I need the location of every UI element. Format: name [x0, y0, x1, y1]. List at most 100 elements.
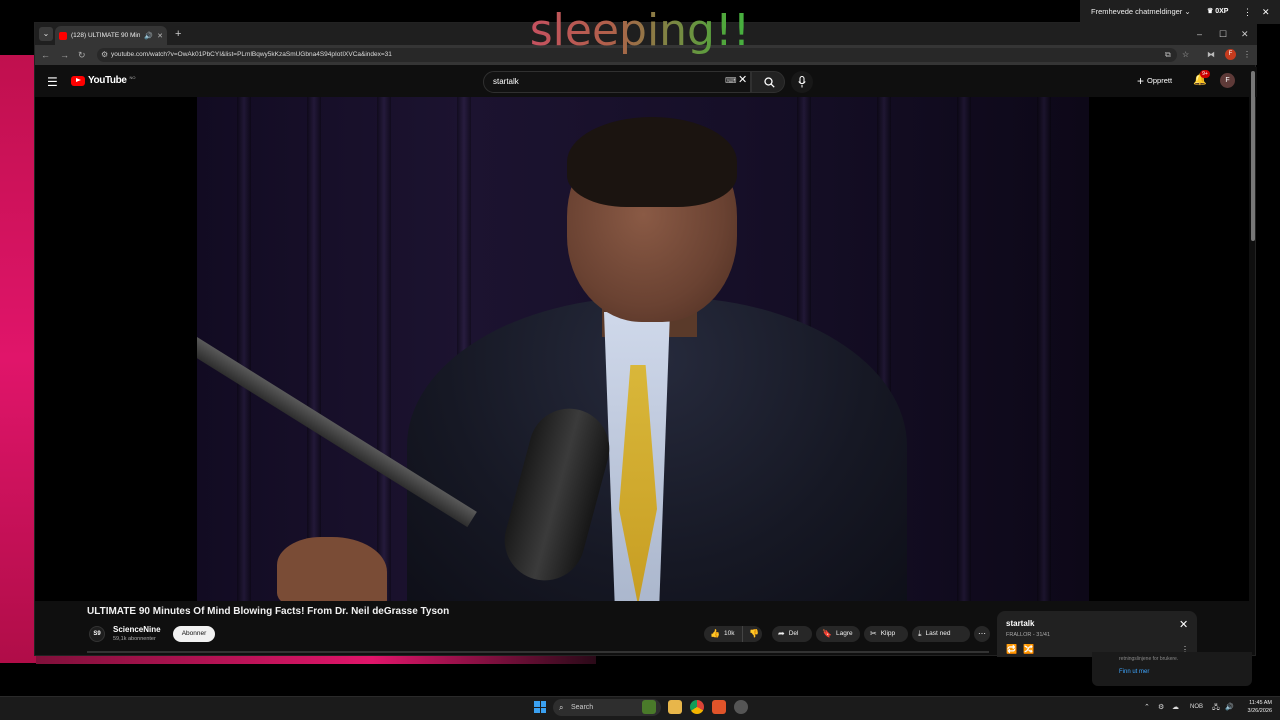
xp-badge: ♛ 0XP [1207, 6, 1228, 18]
file-explorer-icon[interactable] [668, 700, 682, 714]
clip-label: Klipp [880, 630, 896, 637]
video-title: ULTIMATE 90 Minutes Of Mind Blowing Fact… [87, 606, 450, 617]
url-text: youtube.com/watch?v=OwAk01PbCYI&list=PLm… [111, 51, 392, 58]
microphone-icon [798, 76, 806, 88]
share-button[interactable]: ➦ Del [772, 626, 812, 642]
voice-search-button[interactable] [791, 71, 813, 93]
widget-icon[interactable] [642, 700, 656, 714]
more-horizontal-icon: ⋯ [978, 629, 986, 638]
learn-more-link[interactable]: Finn ut mer [1119, 668, 1149, 676]
channel-name[interactable]: ScienceNine [113, 625, 161, 635]
tab-search-button[interactable]: ⌄ [39, 27, 53, 41]
share-icon: ➦ [778, 629, 785, 638]
like-button[interactable]: 👍 10k [704, 626, 742, 642]
video-player[interactable] [35, 97, 1249, 601]
profile-icon[interactable]: F [1225, 49, 1236, 60]
share-label: Del [788, 630, 799, 637]
curtain-fold [307, 97, 321, 601]
video-frame [197, 97, 1089, 601]
windows-start-icon[interactable] [534, 701, 546, 713]
save-label: Lagre [835, 630, 853, 637]
bookmark-icon: 🔖 [822, 629, 832, 638]
tab-youtube[interactable]: (128) ULTIMATE 90 Minutes 🔊 ✕ [55, 26, 167, 45]
playlist-meta: FRALLOR - 31/41 [1006, 632, 1051, 638]
taskbar-clock[interactable]: 11:45 AM 3/26/2026 [1240, 699, 1272, 715]
save-button[interactable]: 🔖 Lagre [816, 626, 860, 642]
like-count: 10k [723, 630, 735, 637]
curtain-fold [957, 97, 971, 601]
reload-button[interactable]: ↻ [78, 48, 86, 62]
tray-app-icon[interactable]: ⚙ [1158, 703, 1164, 712]
search-icon [764, 77, 775, 88]
forward-button[interactable]: → [60, 48, 69, 62]
subscriber-count: 59,1k abonnenter [113, 636, 156, 642]
dislike-button[interactable]: 👎 [742, 626, 762, 642]
playlist-panel: startalk FRALLOR - 31/41 ✕ 🔁 🔀 ⋮ [997, 611, 1197, 657]
plus-icon: + [1137, 74, 1145, 88]
thumbs-up-icon: 👍 [710, 629, 720, 638]
curtain-fold [237, 97, 251, 601]
page-scrollbar[interactable] [1251, 71, 1255, 241]
menu-icon[interactable]: ☰ [47, 75, 58, 89]
playlist-title[interactable]: startalk [1006, 619, 1034, 629]
channel-avatar[interactable]: S9 [89, 626, 105, 642]
youtube-play-icon [71, 75, 85, 86]
chat-close-icon[interactable]: ✕ [1262, 6, 1270, 18]
tab-close-icon[interactable]: ✕ [157, 32, 163, 40]
new-tab-button[interactable]: + [175, 27, 181, 41]
create-button[interactable]: + Opprett [1137, 74, 1172, 88]
notification-text: retningslinjene for brukere. [1119, 656, 1179, 662]
clock-date: 3/26/2026 [1247, 708, 1272, 714]
app-icon[interactable] [734, 700, 748, 714]
xp-value: 0XP [1215, 8, 1229, 15]
site-info-icon[interactable]: ⚙ [101, 49, 108, 61]
search-input[interactable]: startalk [483, 71, 751, 93]
loop-icon[interactable]: 🔁 [1006, 644, 1017, 654]
browser-window: ⌄ (128) ULTIMATE 90 Minutes 🔊 ✕ + – ☐ ✕ … [34, 22, 1257, 657]
speaker-hand [277, 537, 387, 601]
scissors-icon: ✂ [870, 629, 877, 638]
thumbs-down-icon: 👎 [749, 629, 759, 638]
account-avatar[interactable]: F [1220, 73, 1235, 88]
keyboard-icon[interactable]: ⌨ [725, 76, 737, 86]
extensions-icon[interactable]: ⧓ [1207, 49, 1215, 61]
tray-chevron-icon[interactable]: ⌃ [1144, 703, 1150, 712]
curtain-fold [1037, 97, 1051, 601]
volume-icon[interactable]: 🔊 [1225, 703, 1234, 712]
bookmark-star-icon[interactable]: ☆ [1182, 49, 1189, 61]
shuffle-icon[interactable]: 🔀 [1023, 644, 1034, 654]
notification-count-badge: 9+ [1200, 70, 1210, 78]
tab-title: (128) ULTIMATE 90 Minutes [71, 32, 141, 39]
more-actions-button[interactable]: ⋯ [974, 626, 990, 642]
crown-icon: ♛ [1207, 8, 1214, 15]
youtube-logo[interactable]: YouTube NO [71, 75, 136, 86]
brave-icon[interactable] [712, 700, 726, 714]
youtube-header: ☰ YouTube NO startalk ⌨ ✕ + Opprett 🔔 9+… [35, 67, 1257, 97]
youtube-wordmark: YouTube [88, 75, 127, 86]
page-divider [87, 651, 989, 653]
subscribe-button[interactable]: Abonner [173, 626, 215, 642]
maximize-button[interactable]: ☐ [1219, 27, 1227, 41]
network-icon[interactable]: 🖧 [1212, 703, 1220, 712]
clip-button[interactable]: ✂ Klipp [864, 626, 908, 642]
country-code: NO [129, 75, 136, 80]
curtain-fold [377, 97, 391, 601]
browser-menu-icon[interactable]: ⋮ [1243, 49, 1251, 61]
download-button[interactable]: ⤓ Last ned [912, 626, 970, 642]
download-icon: ⤓ [918, 629, 922, 638]
highlighted-chat-dropdown[interactable]: Fremhevede chatmeldinger ⌄ [1091, 6, 1191, 18]
chat-menu-icon[interactable]: ⋮ [1243, 6, 1252, 18]
speaker-icon[interactable]: 🔊 [144, 32, 153, 40]
desktop-backdrop [0, 55, 36, 663]
chrome-icon[interactable] [690, 700, 704, 714]
minimize-button[interactable]: – [1197, 27, 1202, 41]
input-language[interactable]: NOB [1190, 703, 1203, 711]
clear-search-icon[interactable]: ✕ [738, 74, 747, 86]
search-button[interactable] [751, 71, 785, 93]
tray-app-icon[interactable]: ☁ [1172, 703, 1179, 712]
close-window-button[interactable]: ✕ [1241, 27, 1249, 41]
install-app-icon[interactable]: ⧉ [1165, 49, 1171, 61]
playlist-close-icon[interactable]: ✕ [1179, 619, 1188, 631]
back-button[interactable]: ← [41, 48, 50, 62]
download-label: Last ned [925, 630, 951, 637]
